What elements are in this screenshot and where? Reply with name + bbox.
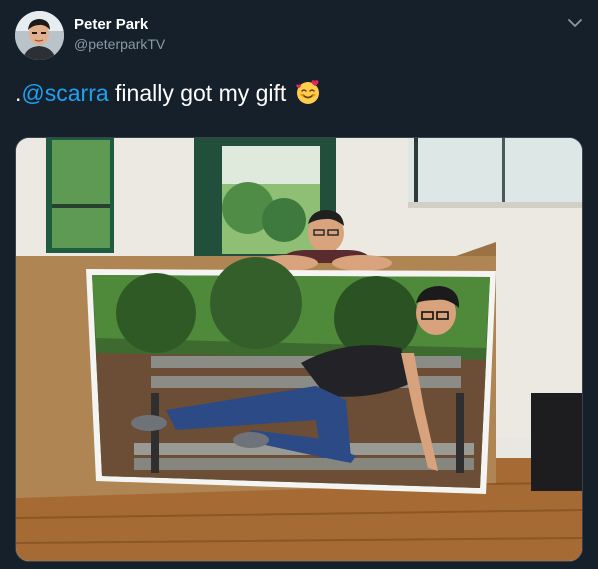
- avatar-photo: [15, 11, 64, 60]
- author-avatar[interactable]: [15, 11, 64, 60]
- author-name[interactable]: Peter Park: [74, 16, 148, 33]
- tweet-text: .@scarra finally got my gift: [15, 79, 321, 107]
- author-handle[interactable]: @peterparkTV: [74, 36, 165, 52]
- mention-link[interactable]: @scarra: [21, 80, 108, 106]
- tweet-card: Peter Park @peterparkTV .@scarra finally…: [0, 0, 598, 569]
- smiling-face-with-hearts-icon: [295, 79, 321, 105]
- tweet-text-body: finally got my gift: [108, 80, 287, 106]
- tweet-photo[interactable]: [15, 137, 583, 562]
- photo-content: [16, 138, 582, 561]
- chevron-down-icon[interactable]: [566, 14, 584, 32]
